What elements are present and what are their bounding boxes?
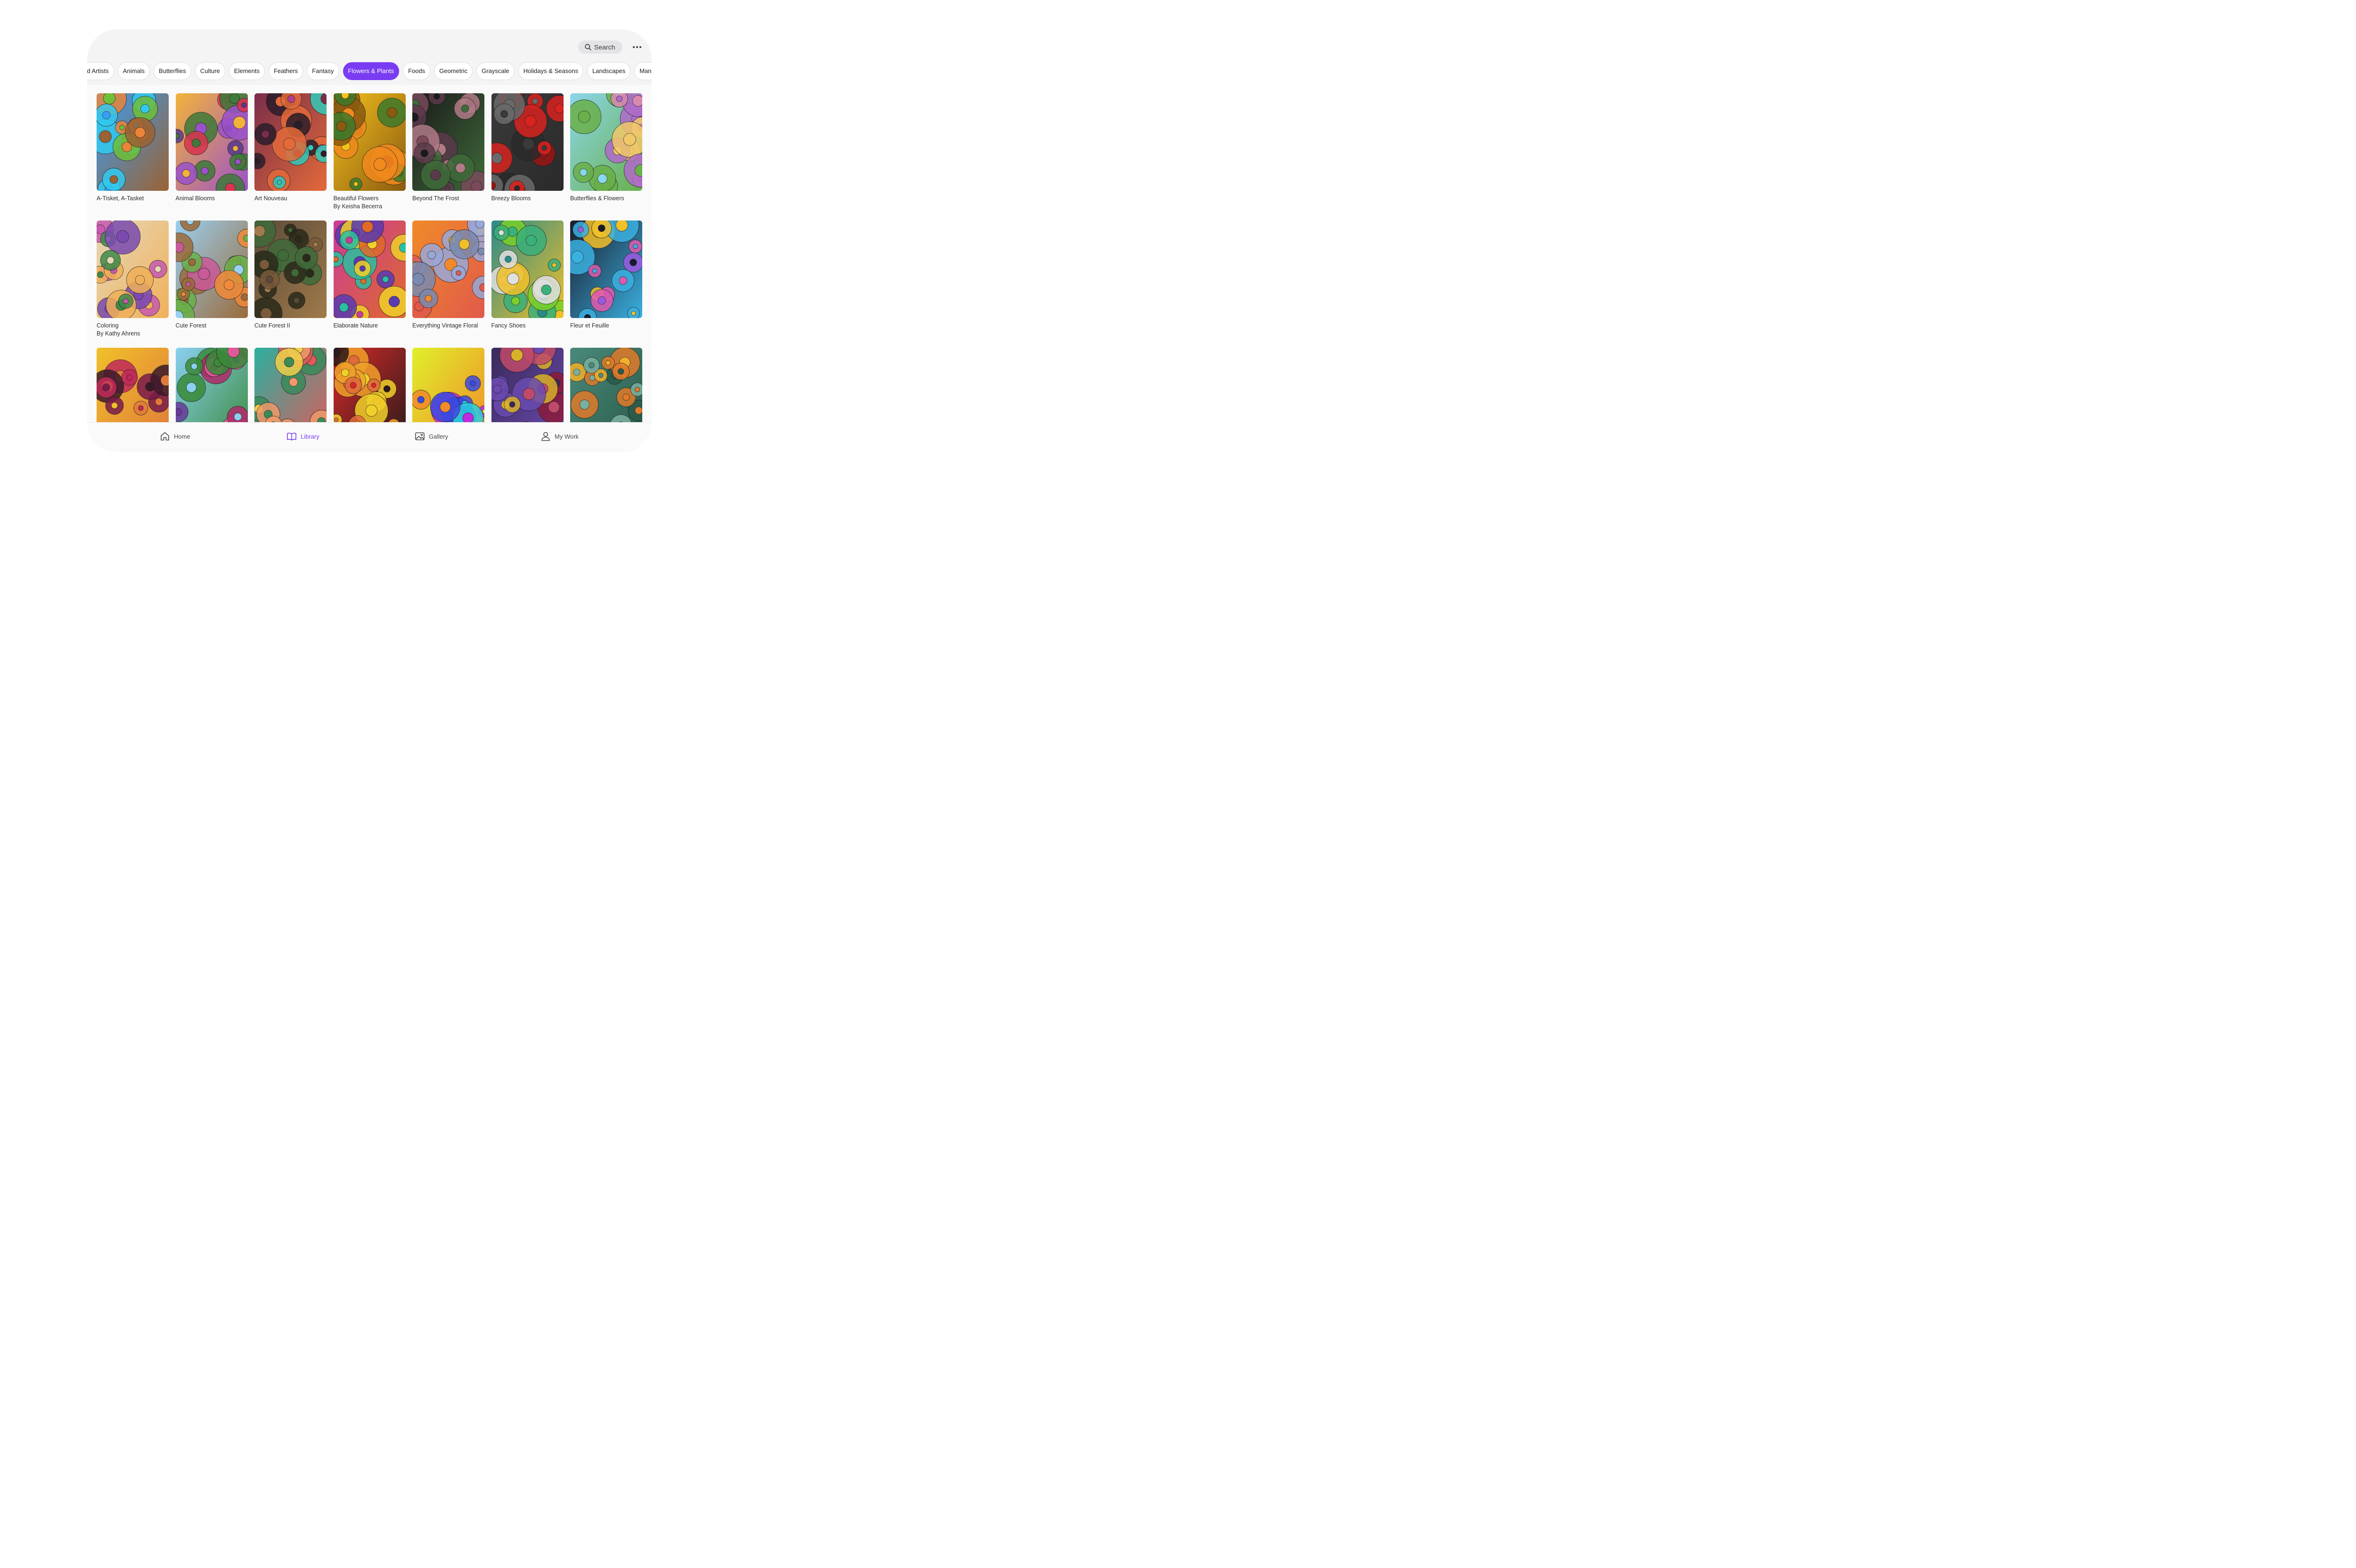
book-title: Elaborate Nature bbox=[333, 322, 378, 329]
tab-my-work-label: My Work bbox=[555, 433, 579, 440]
search-button[interactable]: Search bbox=[578, 41, 622, 54]
tab-my-work[interactable]: My Work bbox=[540, 431, 579, 441]
book-author: By Kathy Ahrens bbox=[97, 330, 140, 337]
book-card[interactable] bbox=[254, 348, 327, 422]
category-chip-mandalas[interactable]: Mandalas bbox=[634, 62, 652, 80]
book-title: A-Tisket, A-Tasket bbox=[97, 195, 144, 202]
book-card[interactable]: Elaborate Nature bbox=[333, 220, 406, 348]
book-cover-image[interactable] bbox=[97, 348, 169, 422]
book-cover-image[interactable] bbox=[570, 348, 642, 422]
category-chip-red-artists[interactable]: red Artists bbox=[87, 62, 114, 80]
category-chip-flowers-plants[interactable]: Flowers & Plants bbox=[343, 62, 400, 80]
category-chips[interactable]: red ArtistsAnimalsButterfliesCultureElem… bbox=[87, 62, 652, 80]
book-title: Coloring bbox=[97, 322, 119, 329]
book-title: Cute Forest bbox=[175, 322, 206, 329]
category-chip-butterflies[interactable]: Butterflies bbox=[154, 62, 191, 80]
book-card[interactable] bbox=[333, 348, 406, 422]
book-grid: A-Tisket, A-Tasket Animal Blooms Art Nouve… bbox=[97, 93, 642, 422]
book-cover-image[interactable] bbox=[412, 93, 484, 191]
book-card[interactable]: Everything Vintage Floral bbox=[412, 220, 484, 348]
book-card[interactable]: Fancy Shoes bbox=[491, 220, 564, 348]
book-cover-image[interactable] bbox=[254, 93, 327, 191]
more-options-button[interactable] bbox=[630, 42, 644, 52]
book-cover-image[interactable] bbox=[254, 348, 327, 422]
category-chip-animals[interactable]: Animals bbox=[117, 62, 150, 80]
category-chip-landscapes[interactable]: Landscapes bbox=[587, 62, 631, 80]
book-title: Cute Forest II bbox=[254, 322, 290, 329]
book-card[interactable]: Breezy Blooms bbox=[491, 93, 564, 220]
category-bar: red ArtistsAnimalsButterfliesCultureElem… bbox=[87, 62, 652, 83]
image-icon bbox=[415, 432, 425, 441]
book-cover-image[interactable] bbox=[491, 348, 564, 422]
book-card[interactable]: Butterflies & Flowers bbox=[570, 93, 642, 220]
home-icon bbox=[161, 432, 169, 441]
person-icon bbox=[541, 432, 550, 441]
book-card[interactable] bbox=[97, 348, 169, 422]
book-cover-image[interactable] bbox=[97, 93, 169, 191]
tab-bar: Home Library Gallery My Work bbox=[87, 422, 652, 452]
book-card[interactable]: Beyond The Frost bbox=[412, 93, 484, 220]
book-cover-image[interactable] bbox=[412, 220, 484, 318]
category-chip-feathers[interactable]: Feathers bbox=[268, 62, 303, 80]
book-title: Animal Blooms bbox=[175, 195, 215, 202]
search-label: Search bbox=[594, 43, 615, 51]
book-card[interactable]: Art Nouveau bbox=[254, 93, 327, 220]
category-chip-holidays-seasons[interactable]: Holidays & Seasons bbox=[518, 62, 584, 80]
book-card[interactable]: Fleur et Feuille bbox=[570, 220, 642, 348]
book-title: Beautiful Flowers bbox=[333, 195, 379, 202]
tab-home[interactable]: Home bbox=[160, 431, 190, 441]
category-chip-foods[interactable]: Foods bbox=[403, 62, 431, 80]
book-author: By Keisha Becerra bbox=[333, 203, 383, 210]
book-cover-image[interactable] bbox=[570, 220, 642, 318]
app-screen: Search red ArtistsAnimalsButterfliesCult… bbox=[87, 29, 652, 452]
book-card[interactable] bbox=[491, 348, 564, 422]
book-cover-image[interactable] bbox=[175, 220, 248, 318]
book-card[interactable]: A-Tisket, A-Tasket bbox=[97, 93, 169, 220]
book-cover-image[interactable] bbox=[254, 220, 327, 318]
tab-gallery[interactable]: Gallery bbox=[415, 431, 448, 441]
book-cover-image[interactable] bbox=[570, 93, 642, 191]
book-card[interactable] bbox=[412, 348, 484, 422]
book-title: Art Nouveau bbox=[254, 195, 287, 202]
book-title: Butterflies & Flowers bbox=[570, 195, 624, 202]
book-title: Fancy Shoes bbox=[491, 322, 526, 329]
book-cover-image[interactable] bbox=[97, 220, 169, 318]
book-cover-image[interactable] bbox=[175, 93, 248, 191]
book-card[interactable]: Cute Forest II bbox=[254, 220, 327, 348]
book-cover-image[interactable] bbox=[491, 93, 564, 191]
book-icon bbox=[287, 433, 296, 441]
book-card[interactable]: Beautiful Flowers By Keisha Becerra bbox=[333, 93, 406, 220]
book-title: Beyond The Frost bbox=[412, 195, 459, 202]
library-grid-scroll[interactable]: A-Tisket, A-Tasket Animal Blooms Art Nouve… bbox=[87, 85, 652, 422]
category-chip-elements[interactable]: Elements bbox=[229, 62, 265, 80]
tab-library[interactable]: Library bbox=[286, 431, 319, 441]
book-cover-image[interactable] bbox=[175, 348, 248, 422]
tab-home-label: Home bbox=[174, 433, 190, 440]
category-chip-geometric[interactable]: Geometric bbox=[434, 62, 473, 80]
tab-library-label: Library bbox=[301, 433, 319, 440]
book-card[interactable]: Animal Blooms bbox=[175, 93, 248, 220]
book-title: Breezy Blooms bbox=[491, 195, 531, 202]
book-cover-image[interactable] bbox=[333, 220, 406, 318]
category-chip-culture[interactable]: Culture bbox=[195, 62, 225, 80]
book-card[interactable]: Coloring By Kathy Ahrens bbox=[97, 220, 169, 348]
book-cover-image[interactable] bbox=[333, 348, 406, 422]
book-cover-image[interactable] bbox=[412, 348, 484, 422]
tab-gallery-label: Gallery bbox=[429, 433, 449, 440]
book-title: Everything Vintage Floral bbox=[412, 322, 478, 329]
book-card[interactable]: Cute Forest bbox=[175, 220, 248, 348]
book-card[interactable] bbox=[570, 348, 642, 422]
book-card[interactable] bbox=[175, 348, 248, 422]
top-bar: Search bbox=[87, 29, 652, 62]
category-chip-grayscale[interactable]: Grayscale bbox=[476, 62, 515, 80]
category-chip-fantasy[interactable]: Fantasy bbox=[307, 62, 339, 80]
book-title: Fleur et Feuille bbox=[570, 322, 609, 329]
more-horizontal-icon bbox=[633, 46, 641, 48]
book-cover-image[interactable] bbox=[491, 220, 564, 318]
search-icon bbox=[585, 44, 591, 50]
book-cover-image[interactable] bbox=[333, 93, 406, 191]
